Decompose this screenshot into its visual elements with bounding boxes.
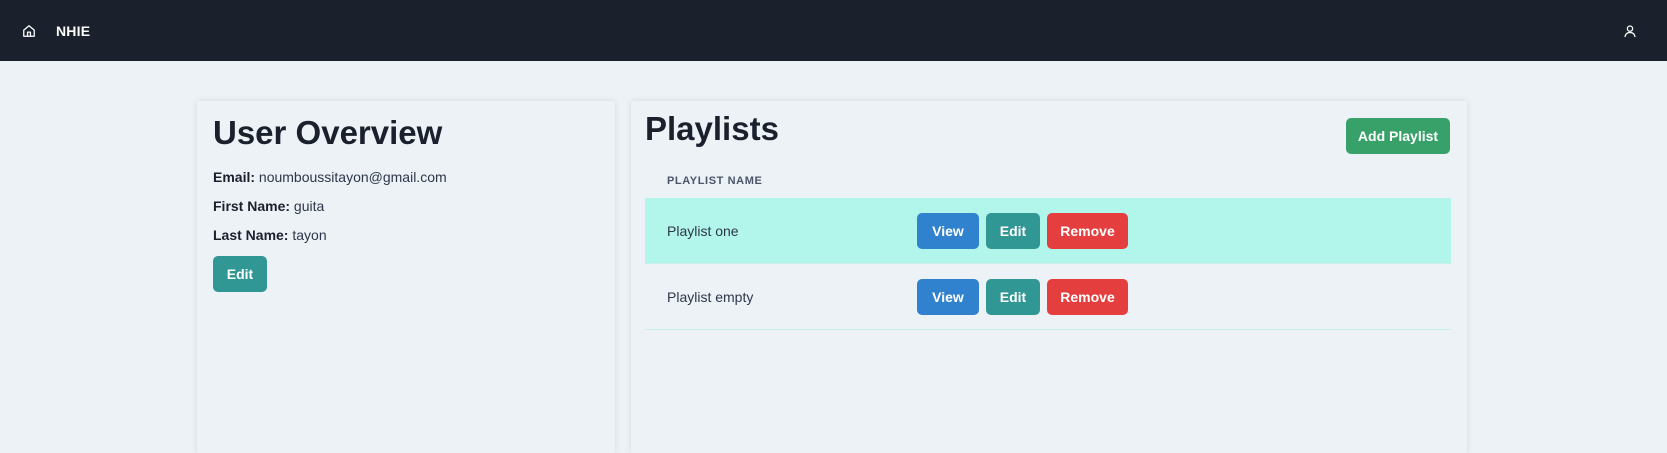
edit-user-button[interactable]: Edit [213,256,267,292]
last-name-value: tayon [292,227,327,243]
remove-button[interactable]: Remove [1047,212,1128,249]
playlists-title: Playlists [645,110,779,147]
top-navbar: NHIE [0,0,1667,61]
playlists-card: Playlists Add Playlist Playlist Name Pla… [631,101,1467,453]
first-name-value: guita [293,198,325,214]
edit-button[interactable]: Edit [986,212,1040,249]
first-name-label: First Name: [213,198,291,214]
first-name-row: First Name: guita [213,198,599,215]
email-label: Email: [213,169,256,185]
brand: NHIE [22,23,90,39]
row-actions: View Edit Remove [917,212,1128,249]
playlist-name: Playlist empty [667,288,754,305]
user-overview-card: User Overview Email: noumboussitayon@gma… [197,101,615,453]
table-row: Playlist empty View Edit Remove [645,264,1451,330]
row-actions: View Edit Remove [917,278,1128,315]
last-name-row: Last Name: tayon [213,227,599,244]
user-icon[interactable] [1623,24,1637,38]
edit-button[interactable]: Edit [986,278,1040,315]
email-value: noumboussitayon@gmail.com [258,169,447,185]
user-overview-title: User Overview [213,114,443,151]
add-playlist-button[interactable]: Add Playlist [1346,118,1450,154]
last-name-label: Last Name: [213,227,289,243]
playlist-name: Playlist one [667,222,739,239]
home-icon[interactable] [22,24,36,38]
view-button[interactable]: View [917,278,979,315]
view-button[interactable]: View [917,212,979,249]
playlist-name-column-header: Playlist Name [667,175,763,187]
table-row: Playlist one View Edit Remove [645,198,1451,264]
remove-button[interactable]: Remove [1047,278,1128,315]
brand-name[interactable]: NHIE [56,23,90,39]
email-row: Email: noumboussitayon@gmail.com [213,169,599,186]
